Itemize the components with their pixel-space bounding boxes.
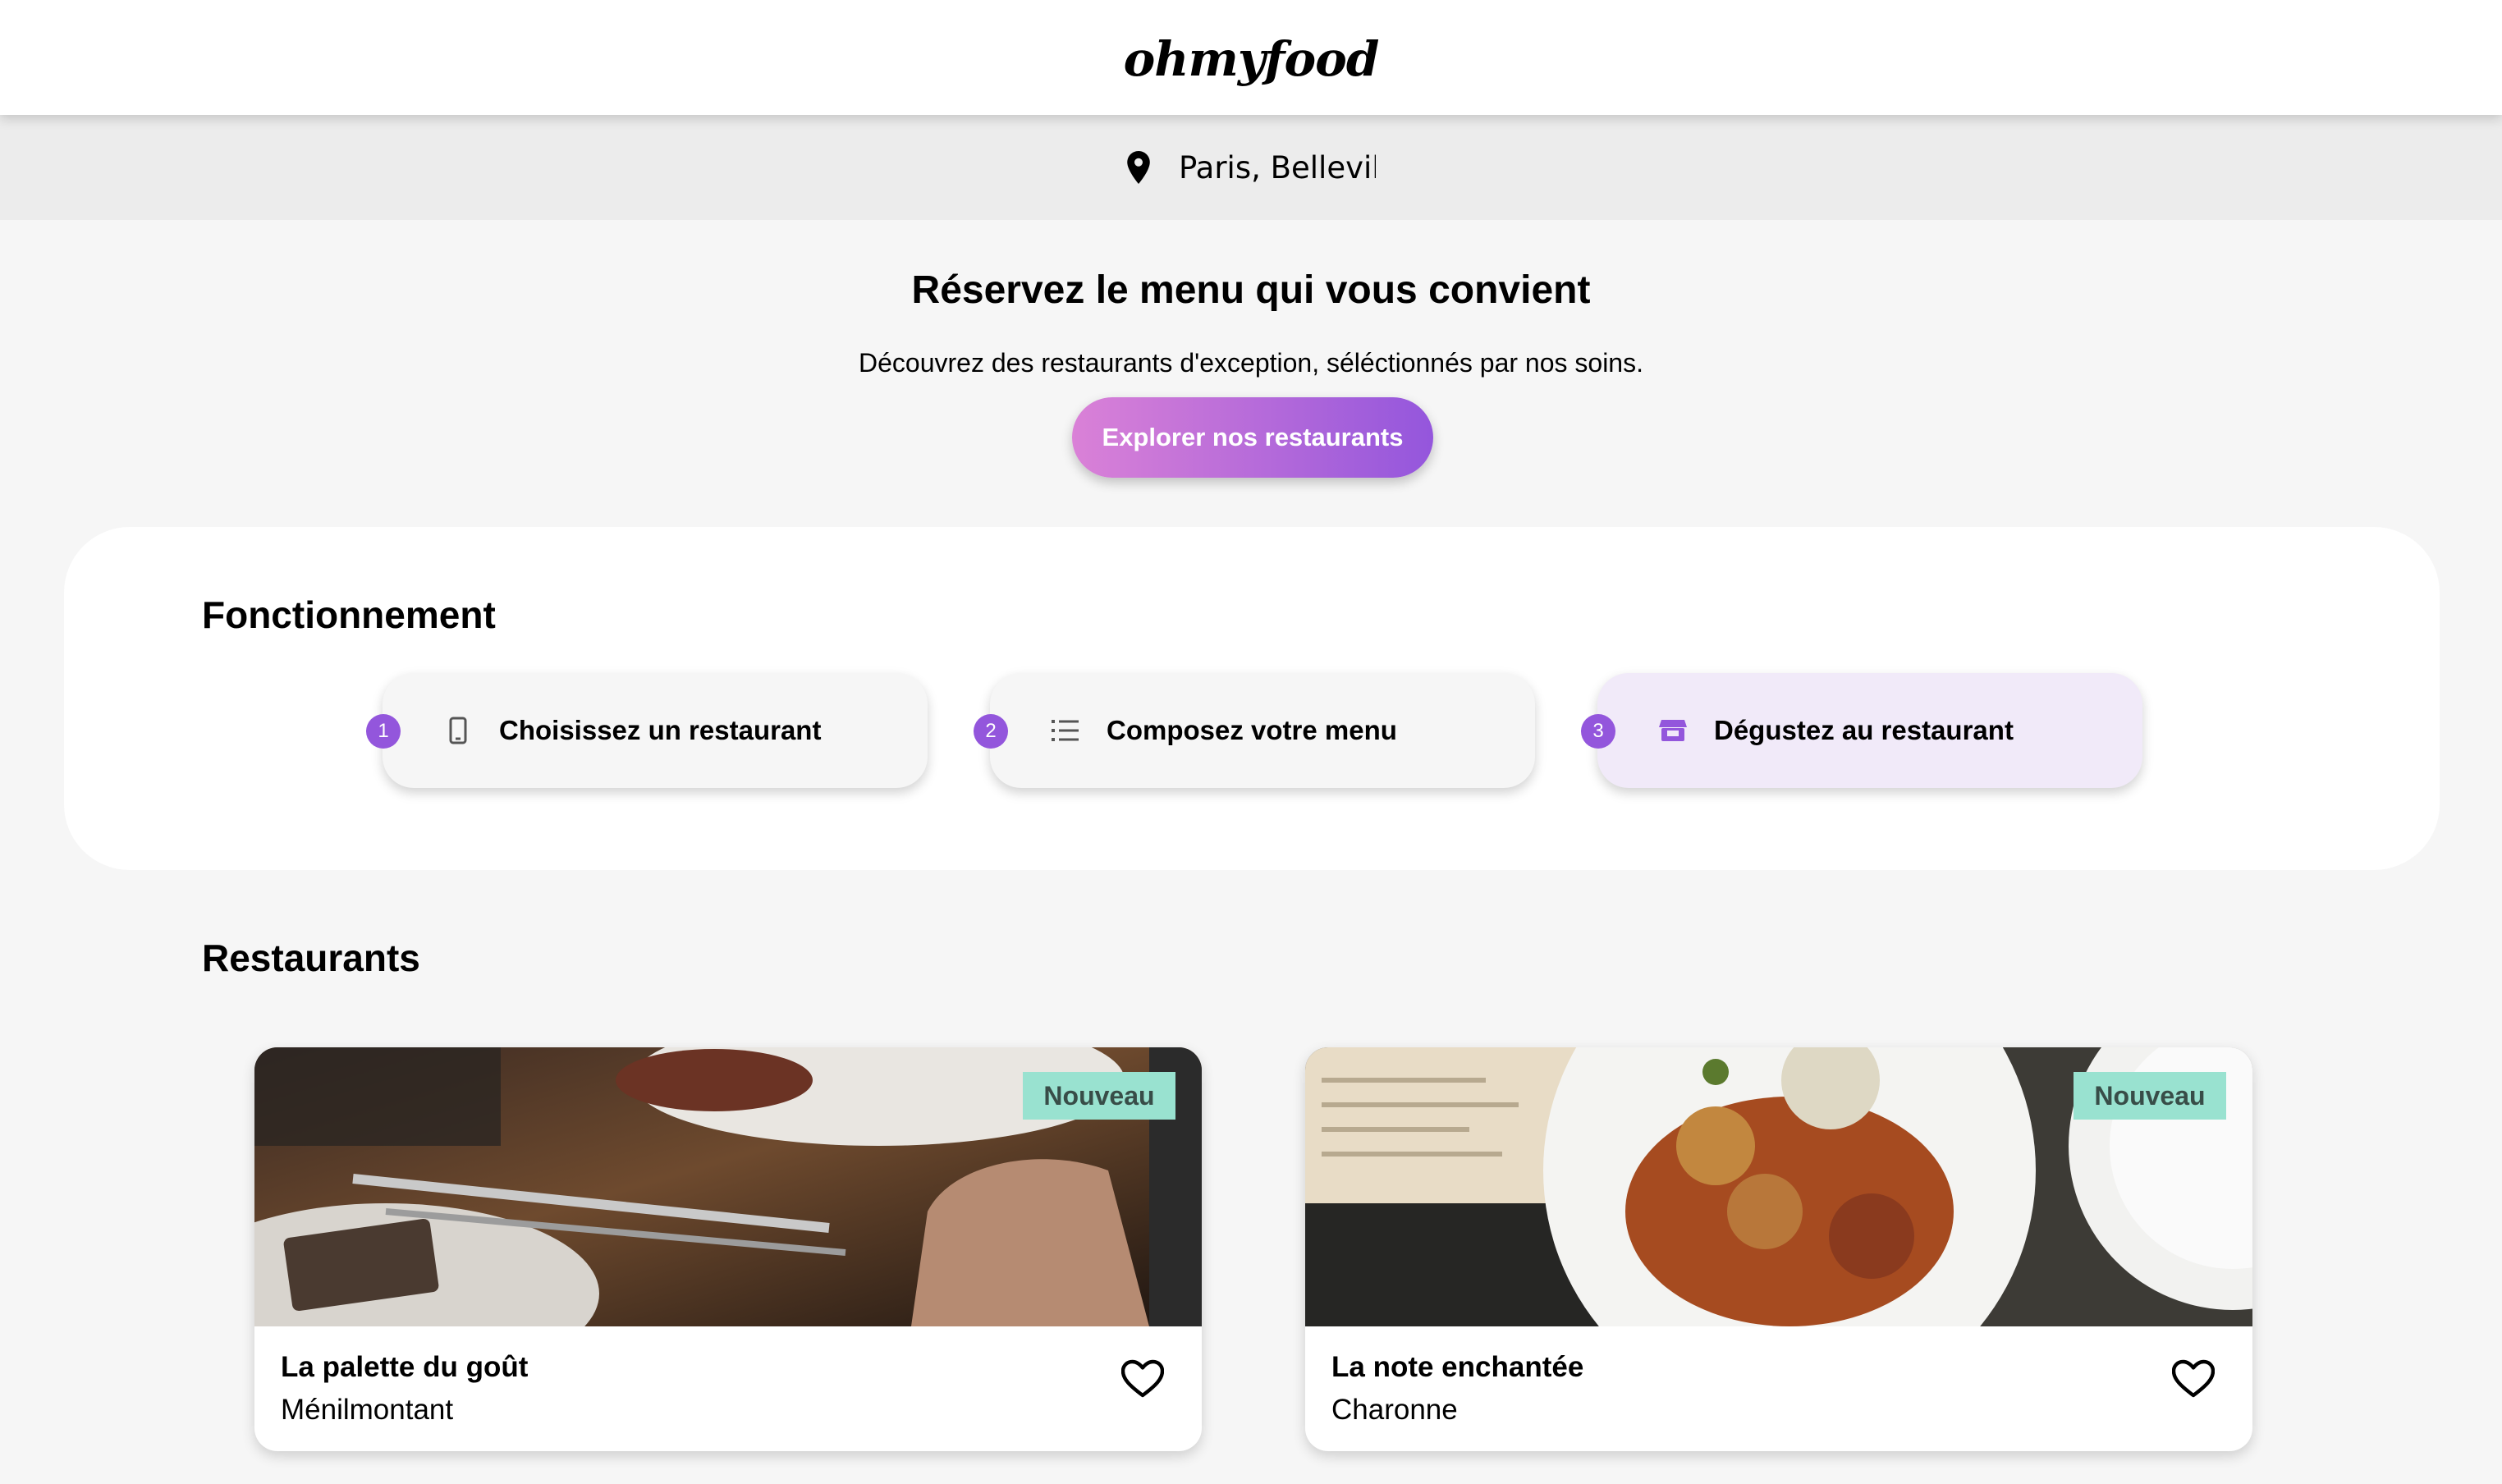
step-enjoy-restaurant[interactable]: 3 Dégustez au restaurant <box>1581 673 2142 788</box>
restaurant-name: La palette du goût <box>281 1351 529 1383</box>
restaurant-location: Charonne <box>1331 1394 1458 1426</box>
step-choose-restaurant[interactable]: 1 Choisissez un restaurant <box>366 673 928 788</box>
how-it-works-section: Fonctionnement 1 Choisissez un restauran… <box>64 527 2440 870</box>
store-icon <box>1657 714 1689 747</box>
restaurant-card[interactable]: Nouveau La palette du goût Ménilmontant <box>254 1047 1202 1451</box>
step-compose-menu[interactable]: 2 Composez votre menu <box>974 673 1535 788</box>
step-number-badge: 1 <box>366 714 401 749</box>
step-label: Choisissez un restaurant <box>499 715 822 745</box>
step-label: Dégustez au restaurant <box>1714 715 2014 745</box>
heart-icon[interactable] <box>2172 1359 2215 1399</box>
map-pin-icon <box>1127 151 1150 184</box>
new-badge: Nouveau <box>2074 1072 2226 1120</box>
restaurant-name: La note enchantée <box>1331 1351 1584 1383</box>
site-header: ohmyfood <box>0 0 2502 115</box>
hero-subtitle: Découvrez des restaurants d'exception, s… <box>859 348 1643 378</box>
how-it-works-title: Fonctionnement <box>202 593 496 636</box>
restaurants-title: Restaurants <box>202 937 420 979</box>
location-text: Paris, Belleville <box>1179 149 1376 186</box>
logo[interactable]: ohmyfood <box>1124 31 1380 87</box>
smartphone-icon <box>442 714 474 747</box>
heart-icon[interactable] <box>1121 1359 1164 1399</box>
step-number-badge: 2 <box>974 714 1008 749</box>
step-label: Composez votre menu <box>1107 715 1397 745</box>
new-badge: Nouveau <box>1023 1072 1175 1120</box>
restaurant-card[interactable]: Nouveau La note enchantée Charonne <box>1305 1047 2252 1451</box>
location-bar: Paris, Belleville <box>0 115 2502 220</box>
explore-restaurants-button[interactable]: Explorer nos restaurants <box>1072 397 1433 478</box>
step-number-badge: 3 <box>1581 714 1615 749</box>
list-icon <box>1049 714 1082 747</box>
hero-title: Réservez le menu qui vous convient <box>911 268 1591 312</box>
restaurant-location: Ménilmontant <box>281 1394 454 1426</box>
location-selector[interactable]: Paris, Belleville <box>1126 150 1376 186</box>
